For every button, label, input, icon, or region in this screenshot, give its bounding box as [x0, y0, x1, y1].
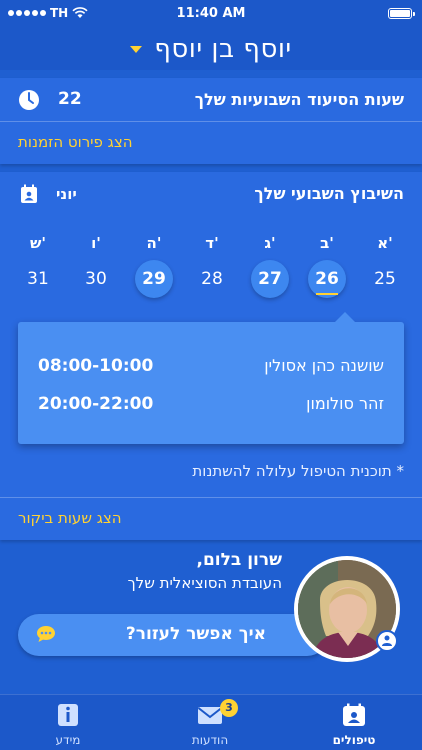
caregiver-name: זהר סולומון [306, 394, 384, 413]
day-date-visit[interactable]: 29 [135, 260, 173, 298]
social-worker-role: העובדת הסוציאלית שלך [127, 574, 282, 592]
messages-badge: 3 [220, 699, 238, 717]
visit-row: 20:00-22:00 זהר סולומון [18, 394, 404, 418]
day-name: ש' [30, 234, 46, 252]
day-name: ה' [146, 234, 162, 252]
tab-info[interactable]: מידע [28, 701, 108, 747]
show-orders-link[interactable]: הצג פירוט הזמנות [0, 133, 422, 151]
chat-icon [37, 626, 55, 642]
today-indicator [316, 293, 338, 295]
show-visit-hours-link[interactable]: הצג שעות ביקור [18, 509, 122, 527]
popover-arrow [335, 312, 355, 322]
social-worker-avatar[interactable] [294, 556, 400, 662]
calendar-icon [21, 184, 37, 203]
day-name: א' [377, 234, 393, 252]
visit-time: 20:00-22:00 [38, 394, 154, 414]
patient-selector[interactable]: יוסף בן יוסף [0, 28, 422, 70]
page-title: יוסף בן יוסף [154, 34, 292, 64]
tab-label: טיפולים [332, 733, 376, 747]
info-icon [58, 704, 78, 726]
tab-label: מידע [55, 733, 81, 747]
help-button-label: איך אפשר לעזור? [125, 624, 266, 644]
care-hours-label: שעות הסיעוד השבועיות שלך [194, 90, 404, 109]
weekly-schedule-title: השיבוץ השבועי שלך [254, 184, 404, 203]
weekly-schedule-card: יוני השיבוץ השבועי שלך א' ב' ג' ד' ה' ו'… [0, 172, 422, 540]
day-dates-row: 25 26 27 28 29 30 31 [0, 260, 422, 300]
social-worker-section: שרון בלום, העובדת הסוציאלית שלך איך אפשר… [0, 550, 422, 690]
day-date[interactable]: 28 [193, 260, 231, 298]
plan-change-note: * תוכנית הטיפול עלולה להשתנות [192, 462, 404, 480]
social-worker-name: שרון בלום, [196, 550, 283, 570]
day-name: ג' [264, 234, 276, 252]
tab-label: הודעות [191, 733, 229, 747]
divider [0, 497, 422, 498]
day-names-row: א' ב' ג' ד' ה' ו' ש' [0, 234, 422, 254]
status-time: 11:40 AM [176, 6, 246, 21]
day-date[interactable]: 25 [366, 260, 404, 298]
tab-messages[interactable]: 3 הודעות [170, 699, 250, 747]
dropdown-caret-icon [130, 45, 143, 53]
calendar-user-icon [343, 703, 365, 726]
tab-bar: מידע 3 הודעות טיפולים [0, 694, 422, 750]
day-visits-popover: 08:00-10:00 שושנה כהן אסולין 20:00-22:00… [18, 312, 404, 444]
month-label: יוני [56, 185, 77, 203]
clock-icon [19, 90, 39, 110]
tab-treatments[interactable]: טיפולים [314, 701, 394, 747]
caregiver-name: שושנה כהן אסולין [264, 356, 384, 375]
care-hours-value: 22 [58, 89, 82, 109]
help-button[interactable]: איך אפשר לעזור? [18, 614, 328, 656]
care-hours-row: 22 שעות הסיעוד השבועיות שלך [0, 78, 422, 122]
day-date[interactable]: 30 [77, 260, 115, 298]
visit-time: 08:00-10:00 [38, 356, 154, 376]
day-name: ו' [91, 234, 101, 252]
day-name: ד' [205, 234, 219, 252]
battery-icon [388, 8, 415, 19]
status-bar: TH 11:40 AM [0, 0, 422, 28]
visit-row: 08:00-10:00 שושנה כהן אסולין [18, 356, 404, 380]
day-date-visit[interactable]: 27 [251, 260, 289, 298]
day-date[interactable]: 31 [19, 260, 57, 298]
worker-badge-icon [376, 630, 398, 652]
care-hours-card: 22 שעות הסיעוד השבועיות שלך הצג פירוט הז… [0, 78, 422, 164]
weekly-schedule-header: יוני השיבוץ השבועי שלך [0, 172, 422, 218]
day-name: ב' [320, 234, 334, 252]
